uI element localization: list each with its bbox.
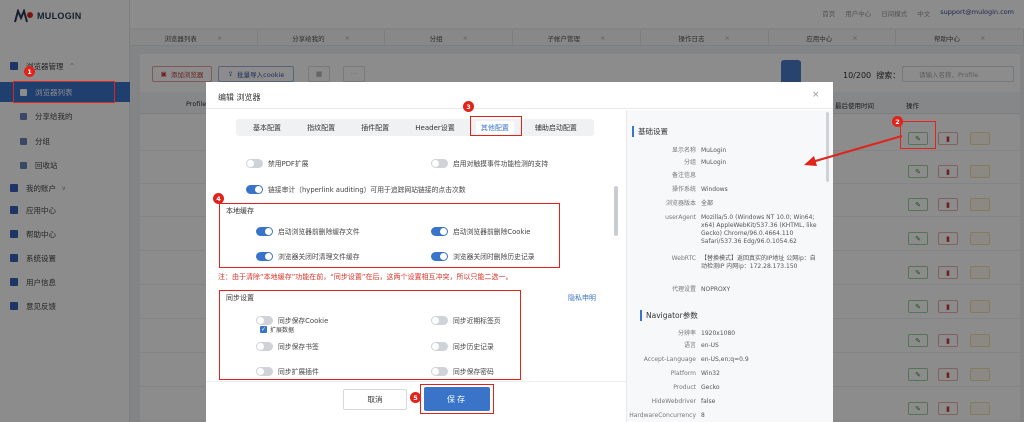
- info-value: false: [701, 398, 716, 405]
- info-key: 备注信息: [671, 172, 696, 179]
- info-row: 代理设置 NOPROXY: [627, 286, 833, 294]
- info-row: WebRTC 【替换模式】返回真实的IP地址 公网ip：自动检测IP 内网ip：1…: [627, 255, 833, 271]
- option-hyperlink-auditing: 链接审计（hyperlink auditing）可用于追踪网站链接的点击次数: [246, 184, 466, 194]
- info-row: userAgent Mozilla/5.0 (Windows NT 10.0; W…: [627, 214, 833, 246]
- info-value: Mozilla/5.0 (Windows NT 10.0; Win64; x64…: [701, 214, 817, 245]
- tab-launch-config[interactable]: 辅助启动配置: [530, 121, 582, 135]
- info-row: HideWebdriver false: [627, 398, 833, 406]
- info-value: en-US: [701, 342, 719, 349]
- info-row: Product Gecko: [627, 384, 833, 392]
- tab-basic-config[interactable]: 基本配置: [248, 121, 286, 135]
- privacy-statement-link[interactable]: 隐私申明: [568, 293, 596, 303]
- info-key: 语言: [683, 342, 696, 349]
- navigator-params-title: Navigator参数: [640, 310, 698, 321]
- step-marker: 1: [24, 66, 35, 77]
- step-marker: 4: [213, 193, 224, 204]
- info-value: 1920x1080: [701, 330, 736, 337]
- info-row: HardwareConcurrency 8: [627, 412, 833, 420]
- info-row: 备注信息: [627, 172, 833, 180]
- info-value: 8: [701, 412, 705, 419]
- info-value: Gecko: [701, 384, 720, 391]
- touch-events-toggle[interactable]: [431, 158, 448, 168]
- info-key: 代理设置: [671, 286, 696, 293]
- info-value: Win32: [701, 370, 720, 377]
- conflict-warning: 注：由于清除“本地缓存”功能在前，“同步设置”在后，这两个设置相互冲突，所以只能…: [218, 273, 513, 281]
- highlight-other-config-tab: [470, 116, 522, 136]
- step-marker: 5: [410, 392, 421, 403]
- hyperlink-auditing-toggle[interactable]: [246, 184, 263, 194]
- step-marker: 2: [892, 116, 903, 127]
- modal-scrollbar[interactable]: [614, 186, 618, 236]
- info-key: HardwareConcurrency: [629, 412, 696, 419]
- tab-plugin-config[interactable]: 插件配置: [356, 121, 394, 135]
- step-marker: 3: [463, 101, 474, 112]
- info-key: Product: [673, 384, 696, 391]
- tab-fingerprint-config[interactable]: 指纹配置: [302, 121, 340, 135]
- config-tabs: 基本配置 指纹配置 插件配置 Header设置 其他配置 辅助启动配置: [236, 119, 594, 136]
- info-key: 分组: [683, 159, 696, 166]
- option-label: 禁用PDF扩展: [268, 160, 309, 168]
- highlight-edit-button: [900, 121, 936, 149]
- info-key: WebRTC: [671, 255, 696, 262]
- highlight-sync-settings: [219, 290, 521, 380]
- info-row: 操作系统 Windows: [627, 186, 833, 194]
- divider: [206, 381, 626, 382]
- cancel-button[interactable]: 取消: [343, 389, 407, 410]
- info-row: Platform Win32: [627, 370, 833, 378]
- highlight-browser-list: [13, 81, 115, 103]
- info-key: Accept-Language: [643, 356, 696, 363]
- info-value: Windows: [701, 186, 728, 193]
- info-row: 语言 en-US: [627, 342, 833, 350]
- info-key: HideWebdriver: [651, 398, 696, 405]
- option-disable-pdf: 禁用PDF扩展: [246, 158, 308, 168]
- modal-title: 编辑 浏览器: [218, 93, 261, 102]
- option-label: 链接审计（hyperlink auditing）可用于追踪网站链接的点击次数: [268, 186, 466, 194]
- option-touch-events: 启用对触摸事件功能检测的支持: [431, 158, 548, 168]
- info-key: 操作系统: [671, 186, 696, 193]
- option-label: 启用对触摸事件功能检测的支持: [453, 160, 549, 168]
- highlight-save-button: [420, 384, 494, 414]
- info-value: [701, 172, 819, 180]
- info-row: Accept-Language en-US,en;q=0.9: [627, 356, 833, 364]
- disable-pdf-toggle[interactable]: [246, 158, 263, 168]
- basic-settings-title: 基础设置: [632, 126, 668, 137]
- info-key: 分辨率: [677, 330, 696, 337]
- info-value: NOPROXY: [701, 286, 731, 293]
- info-row: 浏览器版本 全部: [627, 200, 833, 208]
- info-key: userAgent: [665, 214, 696, 221]
- highlight-local-cache: [219, 203, 560, 268]
- info-key: 浏览器版本: [665, 200, 696, 207]
- divider: [206, 108, 833, 109]
- arrow-icon: [804, 135, 903, 166]
- info-key: Platform: [670, 370, 696, 377]
- close-icon[interactable]: ×: [812, 90, 820, 100]
- info-key: 显示名称: [671, 147, 696, 154]
- info-value: en-US,en;q=0.9: [701, 356, 749, 363]
- tab-header-settings[interactable]: Header设置: [410, 121, 460, 135]
- info-value: 【替换模式】返回真实的IP地址 公网ip：自动检测IP 内网ip：172.28.…: [701, 255, 816, 270]
- info-row: 分辨率 1920x1080: [627, 330, 833, 338]
- info-value: 全部: [701, 200, 714, 207]
